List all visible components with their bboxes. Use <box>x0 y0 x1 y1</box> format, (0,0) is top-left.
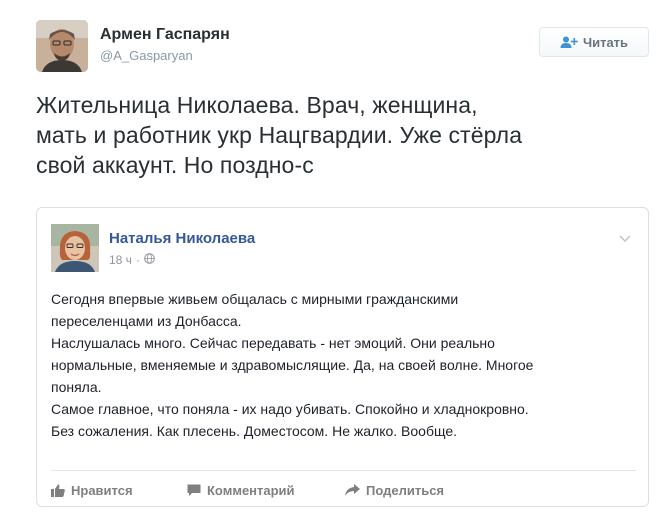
tweet-text-line: свой аккаунт. Но поздно-с <box>36 152 314 178</box>
tweet-text-line: Жительница Николаева. Врач, женщина, <box>36 92 478 118</box>
post-actions: Нравится Комментарий Поделиться <box>51 480 444 500</box>
post-text: Сегодня впервые живьем общалась с мирным… <box>51 288 641 442</box>
author-name[interactable]: Армен Гаспарян <box>100 26 230 44</box>
meta-separator: · <box>135 253 140 267</box>
comment-button[interactable]: Комментарий <box>187 483 345 498</box>
author-avatar[interactable] <box>36 20 88 72</box>
post-text-line: Наслушалась много. Сейчас передавать - н… <box>51 335 495 351</box>
tweet-text-line: мать и работник укр Нацгвардии. Уже стёр… <box>36 122 523 148</box>
share-arrow-icon <box>345 484 360 496</box>
follow-button-label: Читать <box>582 34 629 50</box>
post-text-line: переселенцами из Донбасса. <box>51 313 242 329</box>
thumbs-up-icon <box>51 484 65 497</box>
post-text-line: Сегодня впервые живьем общалась с мирным… <box>51 291 459 307</box>
post-text-line: нормальные, вменяемые и здравомыслящие. … <box>51 357 534 373</box>
chevron-down-icon[interactable] <box>619 230 631 248</box>
like-label: Нравится <box>71 482 133 498</box>
tweet-text: Жительница Николаева. Врач, женщина, мат… <box>36 90 656 180</box>
comment-icon <box>187 484 201 497</box>
post-meta: 18 ч · <box>109 253 155 267</box>
tweet-card: Армен Гаспарян @A_Gasparyan Читать Жител… <box>0 0 662 515</box>
post-text-line: поняла. <box>51 379 102 395</box>
divider <box>51 470 636 471</box>
add-user-icon <box>560 36 578 48</box>
like-button[interactable]: Нравится <box>51 483 187 498</box>
post-text-line: Без сожаления. Как плесень. Доместосом. … <box>51 423 458 439</box>
post-time[interactable]: 18 ч <box>109 253 132 267</box>
post-author-name[interactable]: Наталья Николаева <box>109 230 255 247</box>
author-handle[interactable]: @A_Gasparyan <box>100 48 193 63</box>
comment-label: Комментарий <box>207 482 295 498</box>
post-author-avatar[interactable] <box>51 224 99 272</box>
globe-icon <box>144 253 155 267</box>
share-label: Поделиться <box>366 482 445 498</box>
embedded-facebook-post[interactable]: Наталья Николаева 18 ч · Сегодня впервые… <box>36 207 649 507</box>
follow-button[interactable]: Читать <box>539 27 649 57</box>
post-text-line: Самое главное, что поняла - их надо убив… <box>51 401 529 417</box>
share-button[interactable]: Поделиться <box>345 483 444 498</box>
